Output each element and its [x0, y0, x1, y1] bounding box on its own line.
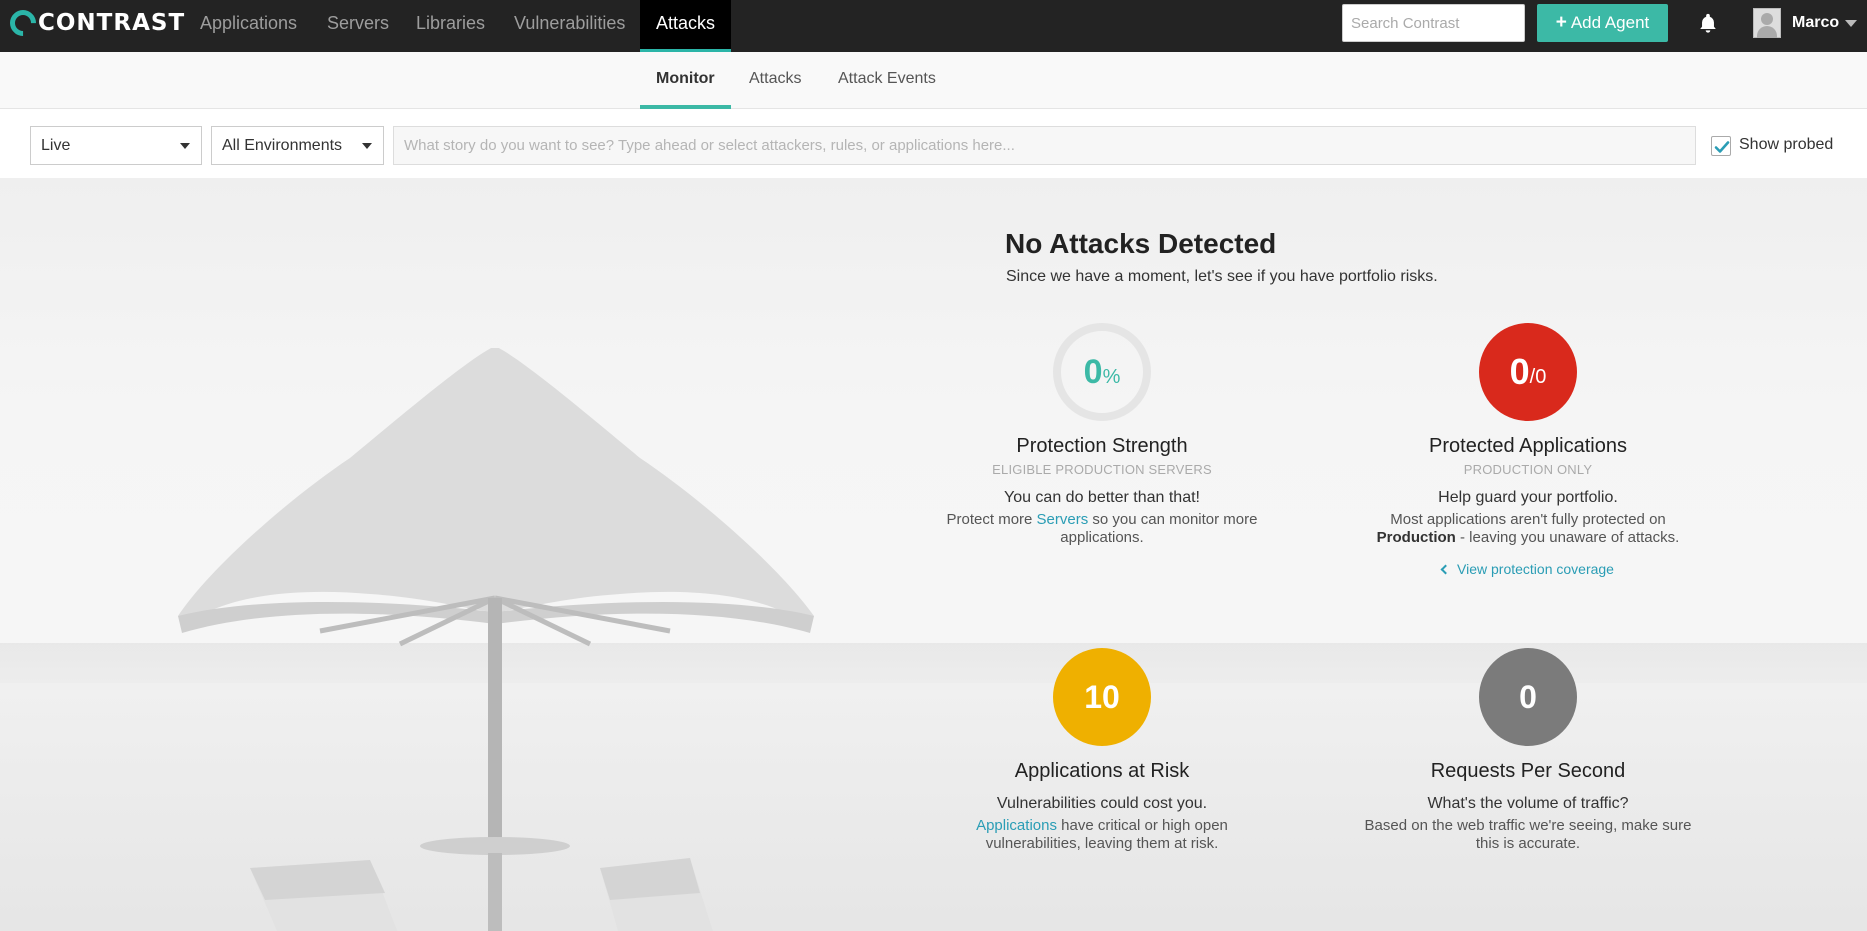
- nav-servers[interactable]: Servers: [327, 0, 389, 52]
- servers-link[interactable]: Servers: [1037, 511, 1089, 528]
- plus-icon: +: [1555, 12, 1567, 33]
- protection-strength-card: 0 % Protection Strength ELIGIBLE PRODUCT…: [932, 323, 1272, 547]
- no-attacks-headline: No Attacks Detected: [1005, 228, 1277, 259]
- protected-applications-body-pre: Most applications aren't fully protected…: [1390, 511, 1666, 528]
- filter-bar: Live All Environments Show probed: [0, 110, 1867, 178]
- view-protection-coverage-label: View protection coverage: [1457, 561, 1614, 577]
- nav-libraries[interactable]: Libraries: [416, 0, 485, 52]
- checkmark-icon: [1714, 141, 1730, 153]
- applications-at-risk-title: Applications at Risk: [1014, 760, 1190, 782]
- nav-vulnerabilities[interactable]: Vulnerabilities: [514, 0, 625, 52]
- add-agent-button[interactable]: + Add Agent: [1537, 4, 1668, 42]
- requests-per-second-badge: 0: [1479, 648, 1577, 746]
- caret-down-icon: [180, 143, 190, 149]
- requests-per-second-body: Based on the web traffic we're seeing, m…: [1364, 817, 1692, 852]
- protected-applications-body-post: - leaving you unaware of attacks.: [1455, 529, 1680, 546]
- applications-at-risk-lead: Vulnerabilities could cost you.: [996, 795, 1208, 812]
- caret-down-icon: [362, 143, 372, 149]
- time-range-select[interactable]: Live: [30, 126, 202, 165]
- environment-select[interactable]: All Environments: [211, 126, 384, 165]
- protected-applications-value: 0: [1509, 351, 1530, 392]
- global-search-input[interactable]: [1342, 4, 1525, 42]
- protection-strength-body-pre: Protect more: [946, 511, 1037, 528]
- applications-at-risk-value: 10: [1084, 678, 1120, 715]
- protection-strength-subtitle: ELIGIBLE PRODUCTION SERVERS: [992, 462, 1212, 477]
- requests-per-second-lead: What's the volume of traffic?: [1427, 795, 1629, 812]
- story-search-input[interactable]: [393, 126, 1696, 165]
- protection-strength-unit: %: [1102, 365, 1121, 388]
- no-attacks-subline: Since we have a moment, let's see if you…: [1006, 268, 1438, 285]
- user-menu-chevron-down-icon[interactable]: [1845, 20, 1857, 27]
- applications-at-risk-body: Applications have critical or high open …: [932, 817, 1272, 853]
- user-avatar[interactable]: [1753, 8, 1781, 38]
- protected-applications-subtitle: PRODUCTION ONLY: [1463, 462, 1593, 477]
- nav-applications[interactable]: Applications: [200, 0, 297, 52]
- applications-link[interactable]: Applications: [976, 817, 1057, 834]
- protected-applications-card: 0 /0 Protected Applications PRODUCTION O…: [1358, 323, 1698, 577]
- protected-applications-total: /0: [1529, 365, 1547, 388]
- chevron-left-icon: [1440, 564, 1451, 574]
- protected-applications-body: Most applications aren't fully protected…: [1358, 511, 1698, 547]
- protected-applications-badge: 0 /0: [1479, 323, 1577, 421]
- protection-strength-title: Protection Strength: [1016, 435, 1188, 457]
- protection-strength-value: 0: [1083, 352, 1103, 391]
- nav-attacks[interactable]: Attacks: [640, 0, 732, 52]
- protection-strength-body: Protect more Servers so you can monitor …: [932, 511, 1272, 547]
- time-range-value: Live: [41, 137, 71, 154]
- contrast-logo[interactable]: CONTRAST: [4, 4, 186, 42]
- view-protection-coverage-link[interactable]: View protection coverage: [1358, 561, 1698, 577]
- applications-at-risk-badge: 10: [1053, 648, 1151, 746]
- tab-attacks[interactable]: Attacks: [749, 52, 801, 109]
- requests-per-second-title: Requests Per Second: [1430, 760, 1626, 782]
- protection-strength-body-post: so you can monitor more applications.: [1060, 511, 1258, 546]
- applications-at-risk-card: 10 Applications at Risk Vulnerabilities …: [932, 648, 1272, 853]
- attacks-subnav: Monitor Attacks Attack Events: [0, 52, 1867, 109]
- protected-applications-title: Protected Applications: [1429, 435, 1627, 457]
- logo-c-icon: [4, 4, 42, 42]
- protected-applications-lead: Help guard your portfolio.: [1438, 489, 1618, 506]
- logo-text: CONTRAST: [38, 10, 186, 36]
- show-probed-checkbox[interactable]: [1711, 136, 1731, 156]
- production-emphasis: Production: [1376, 529, 1456, 546]
- protection-strength-ring: 0 %: [1053, 323, 1151, 421]
- protection-strength-lead: You can do better than that!: [1003, 489, 1200, 506]
- notifications-bell-icon[interactable]: [1697, 12, 1719, 34]
- monitor-hero: No Attacks Detected Since we have a mome…: [0, 178, 1867, 931]
- environment-value: All Environments: [222, 137, 343, 154]
- add-agent-label: Add Agent: [1570, 13, 1650, 32]
- beach-umbrella-illustration: [178, 348, 814, 931]
- requests-per-second-card: 0 Requests Per Second What's the volume …: [1358, 648, 1698, 853]
- top-navbar: CONTRAST Applications Servers Libraries …: [0, 0, 1867, 52]
- show-probed-label[interactable]: Show probed: [1739, 136, 1833, 154]
- tab-attack-events[interactable]: Attack Events: [838, 52, 936, 109]
- tab-monitor[interactable]: Monitor: [640, 52, 731, 109]
- user-name[interactable]: Marco: [1792, 0, 1839, 46]
- requests-per-second-value: 0: [1519, 678, 1537, 715]
